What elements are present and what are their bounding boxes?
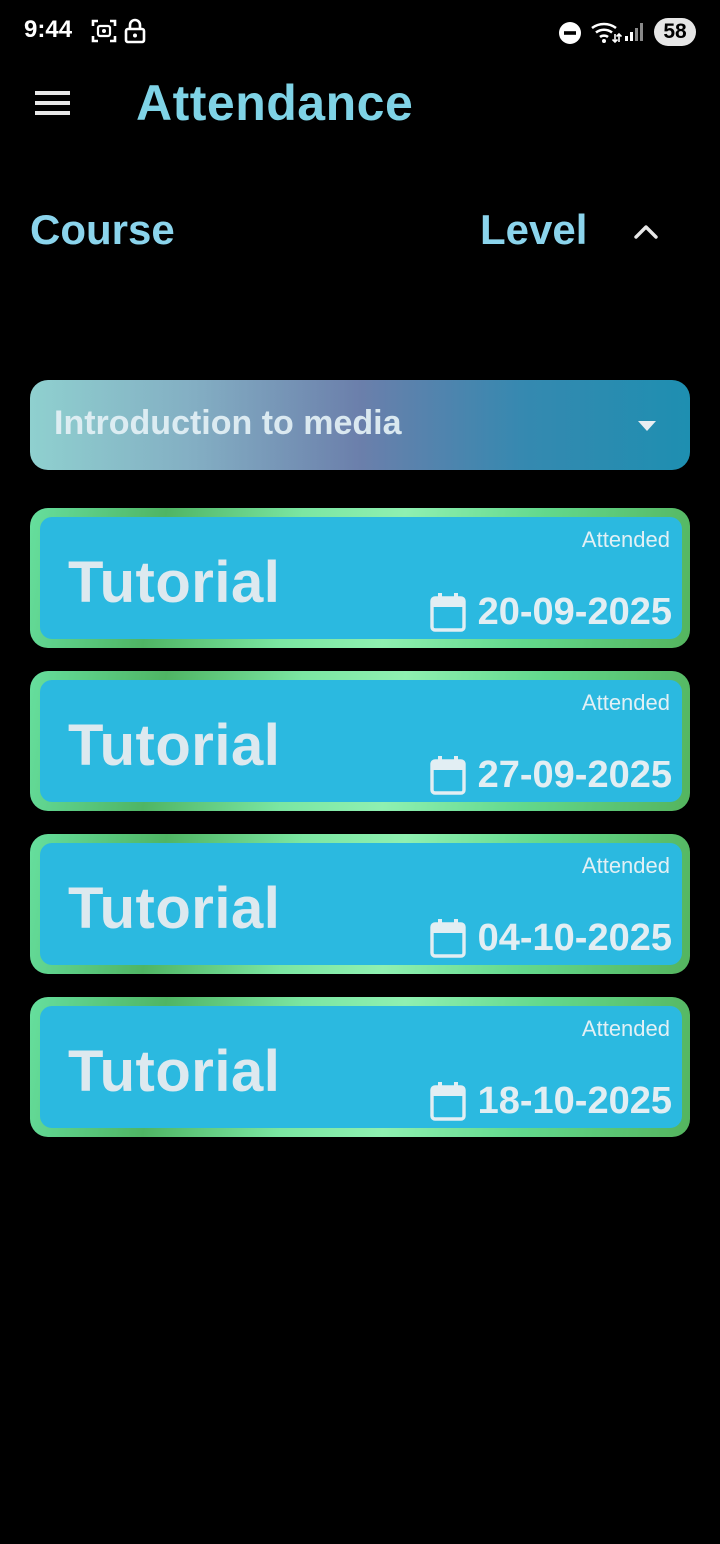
session-date-group: 20-09-2025 [429, 589, 672, 635]
course-label[interactable]: Course [30, 206, 175, 254]
session-type: Tutorial [68, 1039, 281, 1104]
session-type: Tutorial [68, 713, 281, 778]
session-type: Tutorial [68, 550, 281, 615]
attendance-card-body: Tutorial Attended 20-09-2025 [40, 517, 682, 639]
attendance-status: Attended [581, 690, 670, 715]
status-time: 9:44 [24, 16, 73, 43]
collapse-button[interactable] [624, 210, 668, 254]
attendance-list: Tutorial Attended 20-09-2025 Tutorial At… [30, 508, 690, 1160]
attendance-status: Attended [581, 853, 670, 878]
signal-icon [625, 23, 643, 41]
attendance-card-body: Tutorial Attended 18-10-2025 [40, 1006, 682, 1128]
attendance-card[interactable]: Tutorial Attended 27-09-2025 [30, 671, 690, 811]
attendance-status: Attended [581, 527, 670, 552]
attendance-card[interactable]: Tutorial Attended 18-10-2025 [30, 997, 690, 1137]
attendance-card-body: Tutorial Attended 04-10-2025 [40, 843, 682, 965]
caret-down-icon [638, 421, 656, 431]
page-title: Attendance [136, 75, 414, 131]
session-date-group: 18-10-2025 [429, 1078, 672, 1124]
attendance-card-body: Tutorial Attended 27-09-2025 [40, 680, 682, 802]
hamburger-menu-icon [35, 91, 70, 115]
menu-button[interactable] [26, 80, 80, 128]
session-date-group: 04-10-2025 [429, 915, 672, 961]
chevron-up-icon [634, 225, 658, 239]
attendance-card[interactable]: Tutorial Attended 04-10-2025 [30, 834, 690, 974]
wifi-icon [591, 22, 622, 44]
session-date-group: 27-09-2025 [429, 752, 672, 798]
session-date: 20-09-2025 [477, 590, 672, 633]
session-date: 18-10-2025 [477, 1079, 672, 1122]
do-not-disturb-icon [559, 22, 581, 44]
lock-icon [124, 18, 146, 44]
course-dropdown[interactable]: Introduction to media [30, 380, 690, 470]
calendar-icon [429, 593, 466, 632]
attendance-status: Attended [581, 1016, 670, 1041]
status-bar: 9:44 58 [0, 0, 720, 64]
calendar-icon [429, 1082, 466, 1121]
selected-course: Introduction to media [54, 404, 402, 442]
session-type: Tutorial [68, 876, 281, 941]
calendar-icon [429, 919, 466, 958]
session-date: 27-09-2025 [477, 753, 672, 796]
battery-indicator: 58 [654, 18, 696, 46]
calendar-icon [429, 756, 466, 795]
session-date: 04-10-2025 [477, 916, 672, 959]
attendance-card[interactable]: Tutorial Attended 20-09-2025 [30, 508, 690, 648]
level-label[interactable]: Level [480, 206, 587, 254]
screenshot-icon [91, 19, 117, 43]
